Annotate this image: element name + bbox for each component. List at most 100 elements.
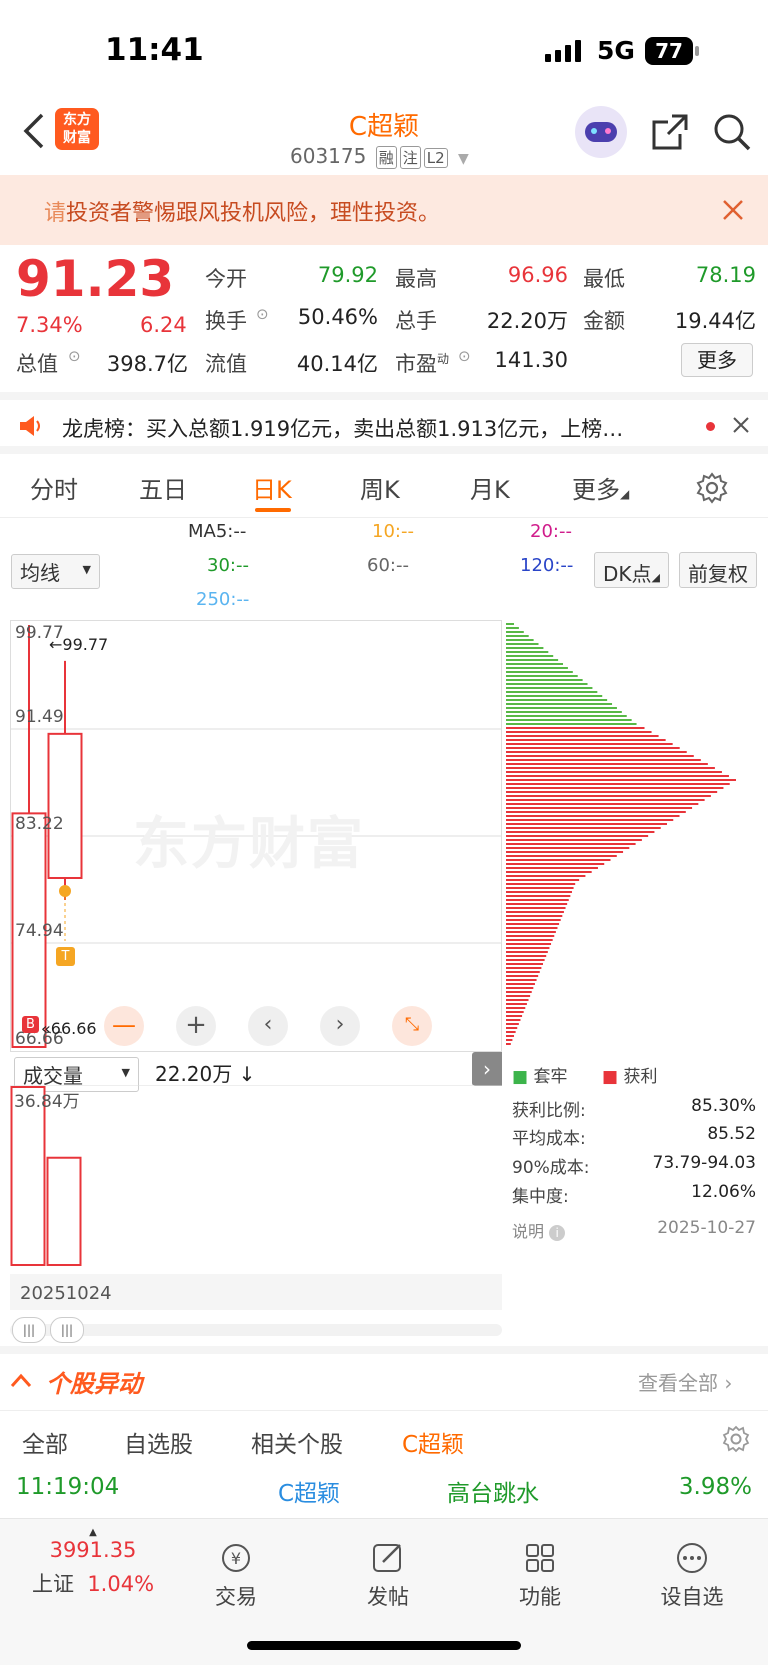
volume-bar	[46, 1156, 82, 1266]
trade-icon: ¥	[222, 1544, 250, 1572]
signal-icon	[545, 40, 581, 62]
amount-value: 19.44亿	[674, 309, 756, 333]
adjust-button[interactable]: 前复权	[679, 552, 757, 588]
next-button[interactable]: ›	[320, 1006, 360, 1046]
stat-value: 85.52	[707, 1124, 756, 1144]
scroll-handle-right[interactable]: |||	[50, 1317, 84, 1343]
battery-icon: 77	[645, 37, 699, 65]
mover-tab-related[interactable]: 相关个股	[251, 1425, 343, 1459]
minus-button[interactable]: —	[104, 1006, 144, 1046]
chip-distribution-svg	[506, 623, 736, 1045]
stat-label: 获利比例:	[512, 1101, 586, 1121]
tab-weekly-k[interactable]: 周K	[360, 470, 400, 505]
mover-tab-watchlist[interactable]: 自选股	[124, 1425, 193, 1459]
tab-monthly-k[interactable]: 月K	[470, 470, 510, 505]
news-text: 龙虎榜：买入总额1.919亿元，卖出总额1.913亿元，上榜…	[62, 417, 624, 441]
robot-avatar-icon[interactable]	[575, 106, 627, 158]
dk-button[interactable]: DK点◢	[594, 552, 669, 588]
index-name: 上证	[31, 1572, 74, 1596]
info-dots-icon[interactable]: ⊙	[256, 305, 269, 323]
mover-stock[interactable]: C超颖	[278, 1474, 340, 1508]
mover-event: 高台跳水	[447, 1481, 539, 1507]
settings-icon[interactable]	[696, 472, 728, 504]
stat-label: 90%成本:	[512, 1158, 590, 1178]
pe-value: 141.30	[494, 348, 568, 372]
more-button[interactable]: 更多	[681, 343, 753, 377]
legend-trap: ■ 套牢	[512, 1067, 568, 1087]
info-dots-icon[interactable]: ⊙	[68, 347, 81, 365]
dist-date: 2025-10-27	[657, 1218, 756, 1238]
close-icon[interactable]	[733, 417, 749, 433]
functions-button[interactable]: 功能	[480, 1541, 600, 1611]
tag-note: 注	[399, 146, 421, 169]
stat-label: 平均成本:	[512, 1129, 586, 1149]
mover-row[interactable]: 11:19:04 C超颖 高台跳水 3.98%	[0, 1472, 768, 1516]
news-ticker[interactable]: 龙虎榜：买入总额1.919亿元，卖出总额1.913亿元，上榜…	[0, 392, 768, 454]
caret-down-icon: ▼	[458, 151, 469, 167]
volume-max-label: 36.84万	[14, 1092, 80, 1112]
kline-chart[interactable]: 东方财富 99.77 91.49 83.22 74.94 66.66 ←99.7…	[10, 620, 502, 1052]
info-dots-icon[interactable]: ⊙	[458, 347, 471, 365]
add-watchlist-button[interactable]: 设自选	[632, 1541, 752, 1611]
post-button[interactable]: 发帖	[328, 1541, 448, 1611]
stock-code-row[interactable]: 603175 融注 L2 ▼	[290, 144, 469, 169]
turnover-label: 换手	[205, 309, 247, 333]
pe-label: 市盈动	[395, 352, 450, 376]
note-link[interactable]: 说明 i	[512, 1218, 566, 1242]
grid-icon	[526, 1544, 554, 1572]
clock: 11:41	[105, 32, 204, 68]
fullscreen-button[interactable]: ⤡	[392, 1006, 432, 1046]
ma10: 10:--	[372, 521, 414, 542]
tag-margin: 融	[375, 146, 397, 169]
search-icon[interactable]	[712, 112, 752, 152]
low-label: 最低	[583, 267, 625, 291]
stat-value: 12.06%	[691, 1182, 756, 1202]
pe-sup: 动	[437, 352, 450, 366]
tab-more[interactable]: 更多◢	[572, 470, 629, 505]
index-widget[interactable]: ▲ 3991.35 上证 1.04%	[18, 1527, 168, 1598]
badge-t: T	[56, 947, 75, 966]
stock-movers-header[interactable]: 个股异动 查看全部 ›	[0, 1346, 768, 1408]
close-icon[interactable]	[722, 199, 744, 221]
open-label: 今开	[205, 267, 247, 291]
amount-label: 金额	[583, 309, 625, 333]
ma30: 30:--	[207, 555, 249, 576]
more-dots-icon	[677, 1543, 707, 1573]
scroll-handle-left[interactable]: |||	[12, 1317, 46, 1343]
candle-body	[47, 732, 83, 879]
view-all-link[interactable]: 查看全部 ›	[638, 1367, 732, 1396]
float-label: 流值	[205, 352, 247, 376]
index-value: 3991.35	[49, 1538, 137, 1562]
mcap-label: 总值	[16, 352, 58, 376]
volume-label: 总手	[395, 309, 437, 333]
y-tick-label: 91.49	[15, 707, 64, 727]
share-icon[interactable]	[650, 112, 690, 152]
expand-arrow-button[interactable]: ›	[472, 1052, 502, 1086]
collapse-icon[interactable]	[10, 1372, 32, 1388]
index-pct: 1.04%	[87, 1572, 155, 1596]
caret-up-icon: ▲	[89, 1527, 97, 1538]
zoom-in-button[interactable]: +	[176, 1006, 216, 1046]
ma60: 60:--	[367, 555, 409, 576]
ma-indicator-bar: MA5:-- 10:-- 20:-- 均线 ▼ 30:-- 60:-- 120:-…	[0, 518, 768, 618]
tab-intraday[interactable]: 分时	[30, 470, 78, 505]
ma-select[interactable]: 均线 ▼	[11, 554, 100, 589]
mover-tab-all[interactable]: 全部	[22, 1425, 68, 1459]
home-indicator	[247, 1641, 521, 1650]
stat-value: 73.79-94.03	[652, 1153, 756, 1173]
float-value: 40.14亿	[296, 352, 378, 376]
high-value: 96.96	[507, 263, 568, 287]
marker-dot	[59, 885, 71, 897]
period-tabs: 分时 五日 日K 周K 月K 更多◢	[0, 462, 768, 518]
prev-button[interactable]: ‹	[248, 1006, 288, 1046]
tab-5day[interactable]: 五日	[139, 470, 187, 505]
speaker-icon	[20, 416, 40, 436]
mover-pct: 3.98%	[678, 1474, 752, 1500]
trade-button[interactable]: ¥ 交易	[176, 1541, 296, 1611]
mover-tab-current[interactable]: C超颖	[402, 1425, 464, 1459]
ma20: 20:--	[530, 521, 572, 542]
tab-daily-k[interactable]: 日K	[252, 470, 292, 505]
edit-icon	[373, 1544, 401, 1572]
ma5: MA5:--	[188, 521, 247, 542]
settings-icon[interactable]	[722, 1425, 750, 1453]
